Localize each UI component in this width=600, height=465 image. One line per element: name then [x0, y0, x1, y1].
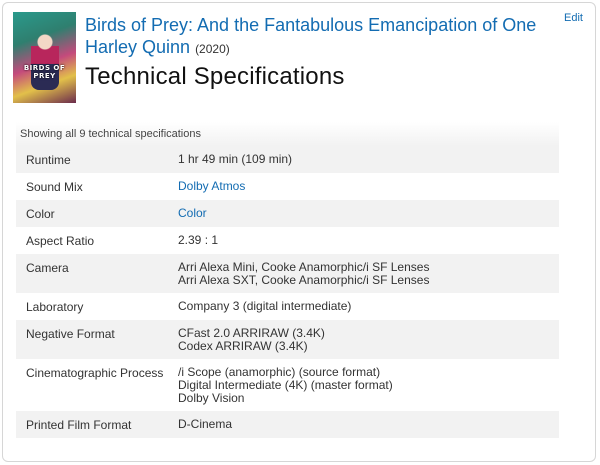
spec-value-text: Arri Alexa SXT, Cooke Anamorphic/i SF Le… — [178, 273, 430, 287]
table-row: Laboratory Company 3 (digital intermediat… — [16, 293, 559, 320]
page-title: Technical Specifications — [85, 63, 345, 90]
table-row: Color Color — [16, 200, 559, 227]
tech-specs-panel: BIRDS OF PREY Edit Birds of Prey: And th… — [2, 2, 596, 462]
spec-value: D-Cinema — [178, 418, 559, 432]
spec-value: /i Scope (anamorphic) (source format) Dig… — [178, 366, 559, 405]
spec-value: Dolby Atmos — [178, 180, 559, 194]
movie-title: Birds of Prey: And the Fantabulous Emanc… — [85, 14, 545, 60]
spec-value-text: Digital Intermediate (4K) (master format… — [178, 378, 393, 392]
spec-value-text: D-Cinema — [178, 417, 233, 431]
movie-year: (2020) — [195, 42, 230, 56]
poster-title-text: BIRDS OF PREY — [23, 64, 66, 80]
spec-value: Arri Alexa Mini, Cooke Anamorphic/i SF L… — [178, 261, 559, 287]
spec-label: Cinematographic Process — [26, 366, 164, 380]
table-row: Aspect Ratio 2.39 : 1 — [16, 227, 559, 254]
poster-figure — [31, 30, 59, 90]
table-row: Camera Arri Alexa Mini, Cooke Anamorphic/… — [16, 254, 559, 293]
table-row: Sound Mix Dolby Atmos — [16, 173, 559, 200]
spec-value-text: Company 3 (digital intermediate) — [178, 299, 352, 313]
edit-link[interactable]: Edit — [564, 12, 583, 24]
spec-label: Sound Mix — [26, 180, 83, 194]
spec-value-text: 1 hr 49 min (109 min) — [178, 152, 293, 166]
spec-label: Color — [26, 207, 55, 221]
specs-table: Showing all 9 technical specifications R… — [16, 122, 559, 438]
spec-label: Runtime — [26, 153, 71, 167]
spec-value-link[interactable]: Color — [178, 206, 207, 220]
table-row: Printed Film Format D-Cinema — [16, 411, 559, 438]
spec-value: 1 hr 49 min (109 min) — [178, 153, 559, 167]
spec-value-text: Dolby Vision — [178, 391, 245, 405]
table-row: Runtime 1 hr 49 min (109 min) — [16, 146, 559, 173]
spec-label: Laboratory — [26, 300, 84, 314]
spec-value-text: Arri Alexa Mini, Cooke Anamorphic/i SF L… — [178, 260, 430, 274]
spec-value-text: /i Scope (anamorphic) (source format) — [178, 365, 381, 379]
table-row: Negative Format CFast 2.0 ARRIRAW (3.4K) C… — [16, 320, 559, 359]
spec-label: Camera — [26, 261, 69, 275]
spec-label: Aspect Ratio — [26, 234, 95, 248]
movie-poster[interactable]: BIRDS OF PREY — [13, 12, 76, 103]
spec-value: CFast 2.0 ARRIRAW (3.4K) Codex ARRIRAW (3… — [178, 327, 559, 353]
spec-value-link[interactable]: Dolby Atmos — [178, 179, 245, 193]
spec-value-text: Codex ARRIRAW (3.4K) — [178, 339, 308, 353]
spec-value-text: 2.39 : 1 — [178, 233, 219, 247]
spec-label: Printed Film Format — [26, 418, 132, 432]
spec-value: 2.39 : 1 — [178, 234, 559, 248]
specs-rows: Runtime 1 hr 49 min (109 min) Sound Mix Dol… — [16, 146, 559, 438]
table-row: Cinematographic Process/i Scope (anamorp… — [16, 359, 559, 411]
specs-summary: Showing all 9 technical specifications — [16, 122, 559, 146]
spec-value: Company 3 (digital intermediate) — [178, 300, 559, 314]
spec-label: Negative Format — [26, 327, 115, 341]
spec-value-text: CFast 2.0 ARRIRAW (3.4K) — [178, 326, 325, 340]
movie-title-link[interactable]: Birds of Prey: And the Fantabulous Emanc… — [85, 15, 536, 57]
spec-value: Color — [178, 207, 559, 221]
